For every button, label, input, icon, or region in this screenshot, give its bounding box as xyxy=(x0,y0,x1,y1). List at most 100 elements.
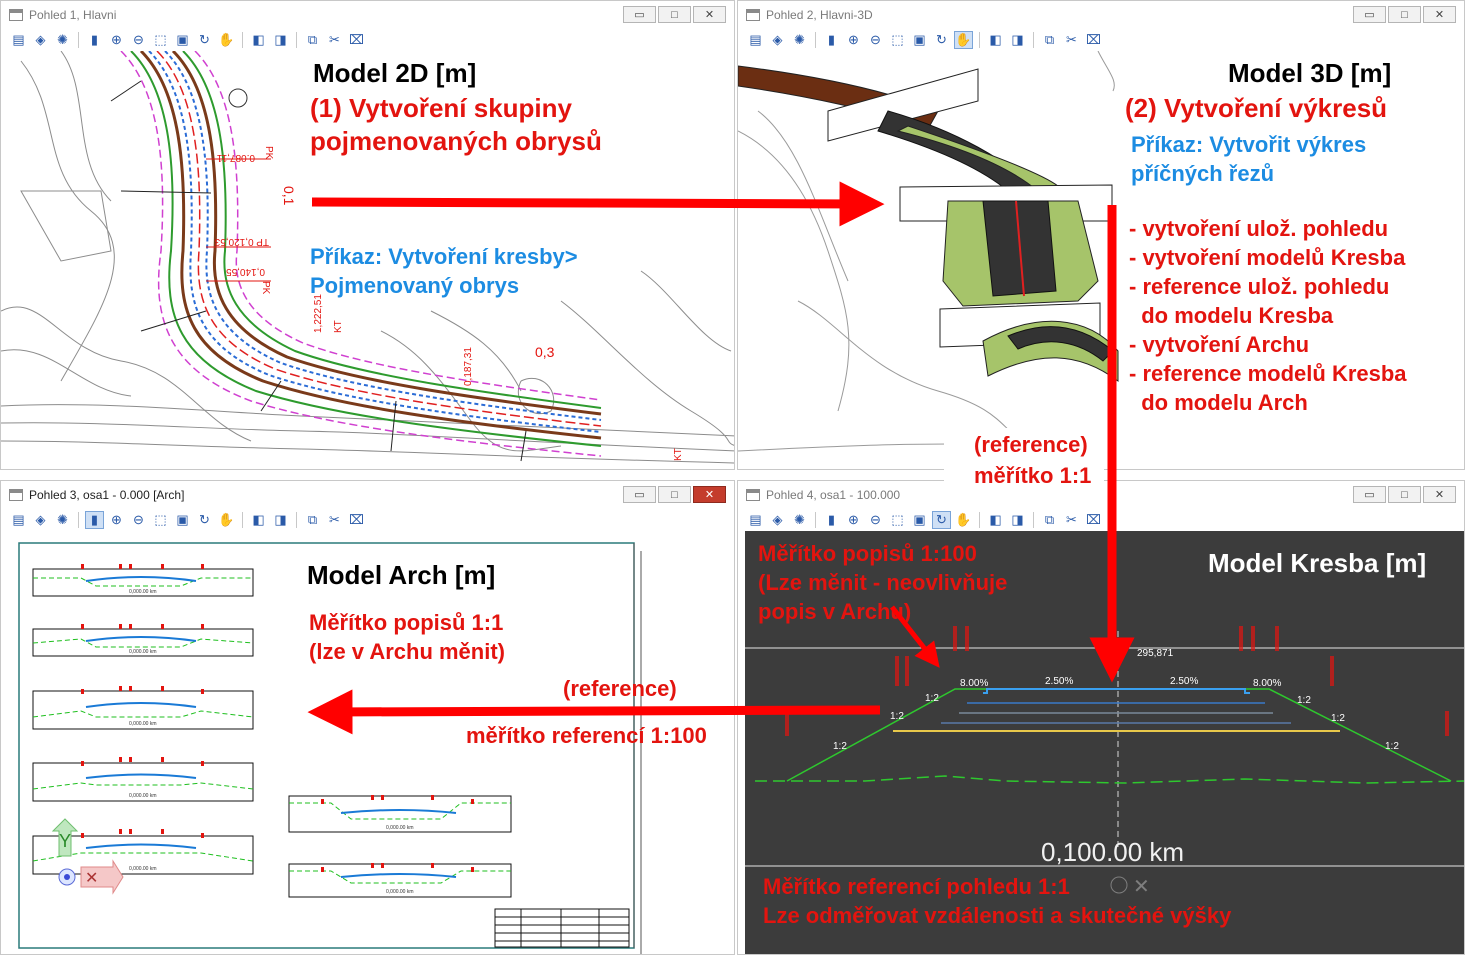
maximize-button[interactable]: □ xyxy=(658,6,691,23)
fit-view-icon[interactable]: ▣ xyxy=(173,31,192,49)
svg-text:✕: ✕ xyxy=(1133,876,1150,898)
rotate-icon[interactable]: ↻ xyxy=(932,511,951,529)
clear-icon[interactable]: ▮ xyxy=(85,511,104,529)
toolbar-separator xyxy=(242,512,243,528)
pan-icon[interactable]: ✋ xyxy=(954,511,973,529)
close-button[interactable]: ✕ xyxy=(693,6,726,23)
titlebar[interactable]: Pohled 1, Hlavni ▭ □ ✕ xyxy=(1,1,734,29)
window-area-icon[interactable]: ⬚ xyxy=(151,511,170,529)
view-attributes-icon[interactable]: ▤ xyxy=(746,511,765,529)
section-km-label: 0,000.00 km xyxy=(129,649,157,655)
render-icon[interactable]: ✺ xyxy=(790,31,809,49)
level-display-icon[interactable]: ◈ xyxy=(768,31,787,49)
task-list-item: - vytvoření Archu xyxy=(1129,332,1310,357)
fit-view-icon[interactable]: ▣ xyxy=(910,511,929,529)
view-next-icon[interactable]: ◨ xyxy=(271,31,290,49)
clip-mask-icon[interactable]: ⌧ xyxy=(1084,31,1103,49)
zoom-in-icon[interactable]: ⊕ xyxy=(844,31,863,49)
copy-view-icon[interactable]: ⧉ xyxy=(303,31,322,49)
zoom-in-icon[interactable]: ⊕ xyxy=(107,511,126,529)
view-next-icon[interactable]: ◨ xyxy=(271,511,290,529)
minimize-button[interactable]: ▭ xyxy=(623,486,656,503)
level-display-icon[interactable]: ◈ xyxy=(31,511,50,529)
window-area-icon[interactable]: ⬚ xyxy=(888,511,907,529)
rotate-icon[interactable]: ↻ xyxy=(195,31,214,49)
view-next-icon[interactable]: ◨ xyxy=(1008,31,1027,49)
rotate-icon[interactable]: ↻ xyxy=(932,31,951,49)
view-attributes-icon[interactable]: ▤ xyxy=(9,31,28,49)
window-area-icon[interactable]: ⬚ xyxy=(888,31,907,49)
maximize-button[interactable]: □ xyxy=(1388,486,1421,503)
render-icon[interactable]: ✺ xyxy=(53,511,72,529)
pan-icon[interactable]: ✋ xyxy=(217,511,236,529)
close-button[interactable]: ✕ xyxy=(1423,6,1456,23)
toolbar-separator xyxy=(979,32,980,48)
clip-volume-icon[interactable]: ✂ xyxy=(325,31,344,49)
zoom-out-icon[interactable]: ⊖ xyxy=(866,31,885,49)
zoom-out-icon[interactable]: ⊖ xyxy=(129,511,148,529)
task-list-item: do modelu Arch xyxy=(1129,390,1308,415)
copy-view-icon[interactable]: ⧉ xyxy=(303,511,322,529)
close-button[interactable]: ✕ xyxy=(693,486,726,503)
view-previous-icon[interactable]: ◧ xyxy=(249,511,268,529)
rotate-icon[interactable]: ↻ xyxy=(195,511,214,529)
window-area-icon[interactable]: ⬚ xyxy=(151,31,170,49)
toolbar-separator xyxy=(242,32,243,48)
drawing-label: PK xyxy=(263,146,274,160)
minimize-button[interactable]: ▭ xyxy=(1353,486,1386,503)
maximize-button[interactable]: □ xyxy=(658,486,691,503)
model-kresba-title: Model Kresba [m] xyxy=(1208,548,1427,578)
render-icon[interactable]: ✺ xyxy=(790,511,809,529)
minimize-button[interactable]: ▭ xyxy=(1353,6,1386,23)
kresba-scale-note-line2: (Lze měnit - neovlivňuje xyxy=(758,570,1008,595)
pan-icon[interactable]: ✋ xyxy=(217,31,236,49)
view-attributes-icon[interactable]: ▤ xyxy=(746,31,765,49)
clear-icon[interactable]: ▮ xyxy=(822,31,841,49)
task-list-item: - vytvoření ulož. pohledu xyxy=(1129,216,1389,241)
level-display-icon[interactable]: ◈ xyxy=(768,511,787,529)
section-km-label: 0,000.00 km xyxy=(129,793,157,799)
view-window-3[interactable]: Pohled 3, osa1 - 0.000 [Arch] ▭ □ ✕ ▤ ◈ ✺ ▮… xyxy=(0,480,735,955)
drawing-label: KT xyxy=(333,320,344,333)
arch-reference-label: (reference) xyxy=(563,676,677,701)
clip-mask-icon[interactable]: ⌧ xyxy=(347,511,366,529)
clip-mask-icon[interactable]: ⌧ xyxy=(1084,511,1103,529)
maximize-button[interactable]: □ xyxy=(1388,6,1421,23)
model-3d-command: Příkaz: Vytvořit výkres xyxy=(1131,132,1367,157)
task-list-item: - reference ulož. pohledu xyxy=(1129,274,1390,299)
view-previous-icon[interactable]: ◧ xyxy=(986,511,1005,529)
toolbar-separator xyxy=(815,32,816,48)
clear-icon[interactable]: ▮ xyxy=(822,511,841,529)
model-3d-step: (2) Vytvoření výkresů xyxy=(1125,93,1388,123)
fit-view-icon[interactable]: ▣ xyxy=(173,511,192,529)
arch-scale-note-line2: (lze v Archu měnit) xyxy=(309,639,505,664)
view-next-icon[interactable]: ◨ xyxy=(1008,511,1027,529)
copy-view-icon[interactable]: ⧉ xyxy=(1040,511,1059,529)
titlebar[interactable]: Pohled 3, osa1 - 0.000 [Arch] ▭ □ ✕ xyxy=(1,481,734,509)
clip-mask-icon[interactable]: ⌧ xyxy=(347,31,366,49)
svg-text:✕: ✕ xyxy=(85,870,98,887)
copy-view-icon[interactable]: ⧉ xyxy=(1040,31,1059,49)
view-previous-icon[interactable]: ◧ xyxy=(249,31,268,49)
zoom-in-icon[interactable]: ⊕ xyxy=(844,511,863,529)
render-icon[interactable]: ✺ xyxy=(53,31,72,49)
minimize-button[interactable]: ▭ xyxy=(623,6,656,23)
level-display-icon[interactable]: ◈ xyxy=(31,31,50,49)
close-button[interactable]: ✕ xyxy=(1423,486,1456,503)
view-previous-icon[interactable]: ◧ xyxy=(986,31,1005,49)
pan-icon[interactable]: ✋ xyxy=(954,31,973,49)
drawing-label: TP 0,120,53 xyxy=(214,236,269,247)
fit-view-icon[interactable]: ▣ xyxy=(910,31,929,49)
clip-volume-icon[interactable]: ✂ xyxy=(325,511,344,529)
toolbar-separator xyxy=(1033,32,1034,48)
toolbar-separator xyxy=(78,32,79,48)
zoom-out-icon[interactable]: ⊖ xyxy=(129,31,148,49)
clear-icon[interactable]: ▮ xyxy=(85,31,104,49)
titlebar[interactable]: Pohled 2, Hlavni-3D ▭ □ ✕ xyxy=(738,1,1464,29)
zoom-out-icon[interactable]: ⊖ xyxy=(866,511,885,529)
kresba-bottom-note-line2: Lze odměřovat vzdálenosti a skutečné výš… xyxy=(763,903,1232,928)
clip-volume-icon[interactable]: ✂ xyxy=(1062,31,1081,49)
zoom-in-icon[interactable]: ⊕ xyxy=(107,31,126,49)
clip-volume-icon[interactable]: ✂ xyxy=(1062,511,1081,529)
view-attributes-icon[interactable]: ▤ xyxy=(9,511,28,529)
